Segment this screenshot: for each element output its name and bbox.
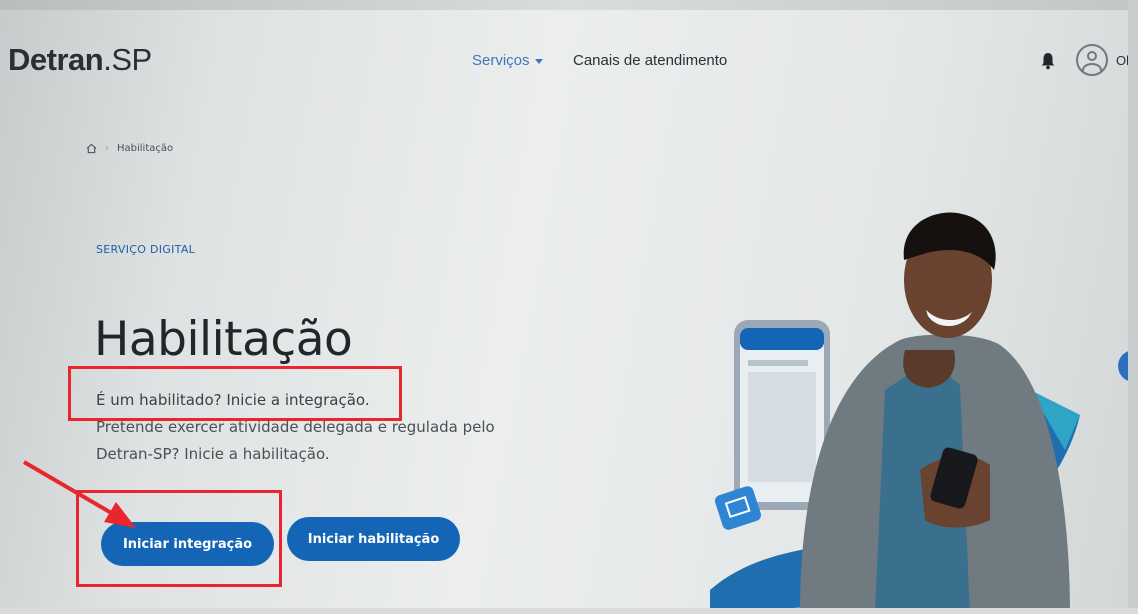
site-header: Detran.SP Serviços Canais de atendimento… xyxy=(0,16,1138,96)
screen-bezel-top xyxy=(0,0,1138,10)
logo-bold-text: Detran xyxy=(8,42,104,77)
screen-bezel-right xyxy=(1128,0,1138,614)
hero-illustration xyxy=(710,212,1080,614)
breadcrumb: › Habilitação xyxy=(86,143,173,154)
breadcrumb-current: Habilitação xyxy=(117,143,174,154)
breadcrumb-separator: › xyxy=(105,143,109,154)
detran-sp-logo[interactable]: Detran.SP xyxy=(8,42,152,78)
logo-light-text: .SP xyxy=(103,42,152,77)
service-kicker: SERVIÇO DIGITAL xyxy=(96,243,196,256)
avatar-head-shape xyxy=(1087,51,1097,61)
nav-service-channels[interactable]: Canais de atendimento xyxy=(573,52,727,69)
bell-icon[interactable] xyxy=(1041,52,1055,70)
nav-services-label: Serviços xyxy=(472,52,530,69)
home-icon[interactable] xyxy=(86,143,97,154)
page-title: Habilitação xyxy=(94,312,353,367)
start-habilitation-button[interactable]: Iniciar habilitação xyxy=(287,517,460,561)
screen-bezel-bottom xyxy=(0,608,1138,614)
annotation-highlight-button xyxy=(76,490,282,587)
avatar-body-shape xyxy=(1082,63,1102,74)
description-line-habilitation: Pretende exercer atividade delegada e re… xyxy=(96,418,495,463)
annotation-highlight-text xyxy=(68,366,402,421)
chevron-down-icon xyxy=(534,58,543,64)
nav-services[interactable]: Serviços xyxy=(472,52,543,69)
user-avatar-icon[interactable] xyxy=(1076,44,1108,76)
